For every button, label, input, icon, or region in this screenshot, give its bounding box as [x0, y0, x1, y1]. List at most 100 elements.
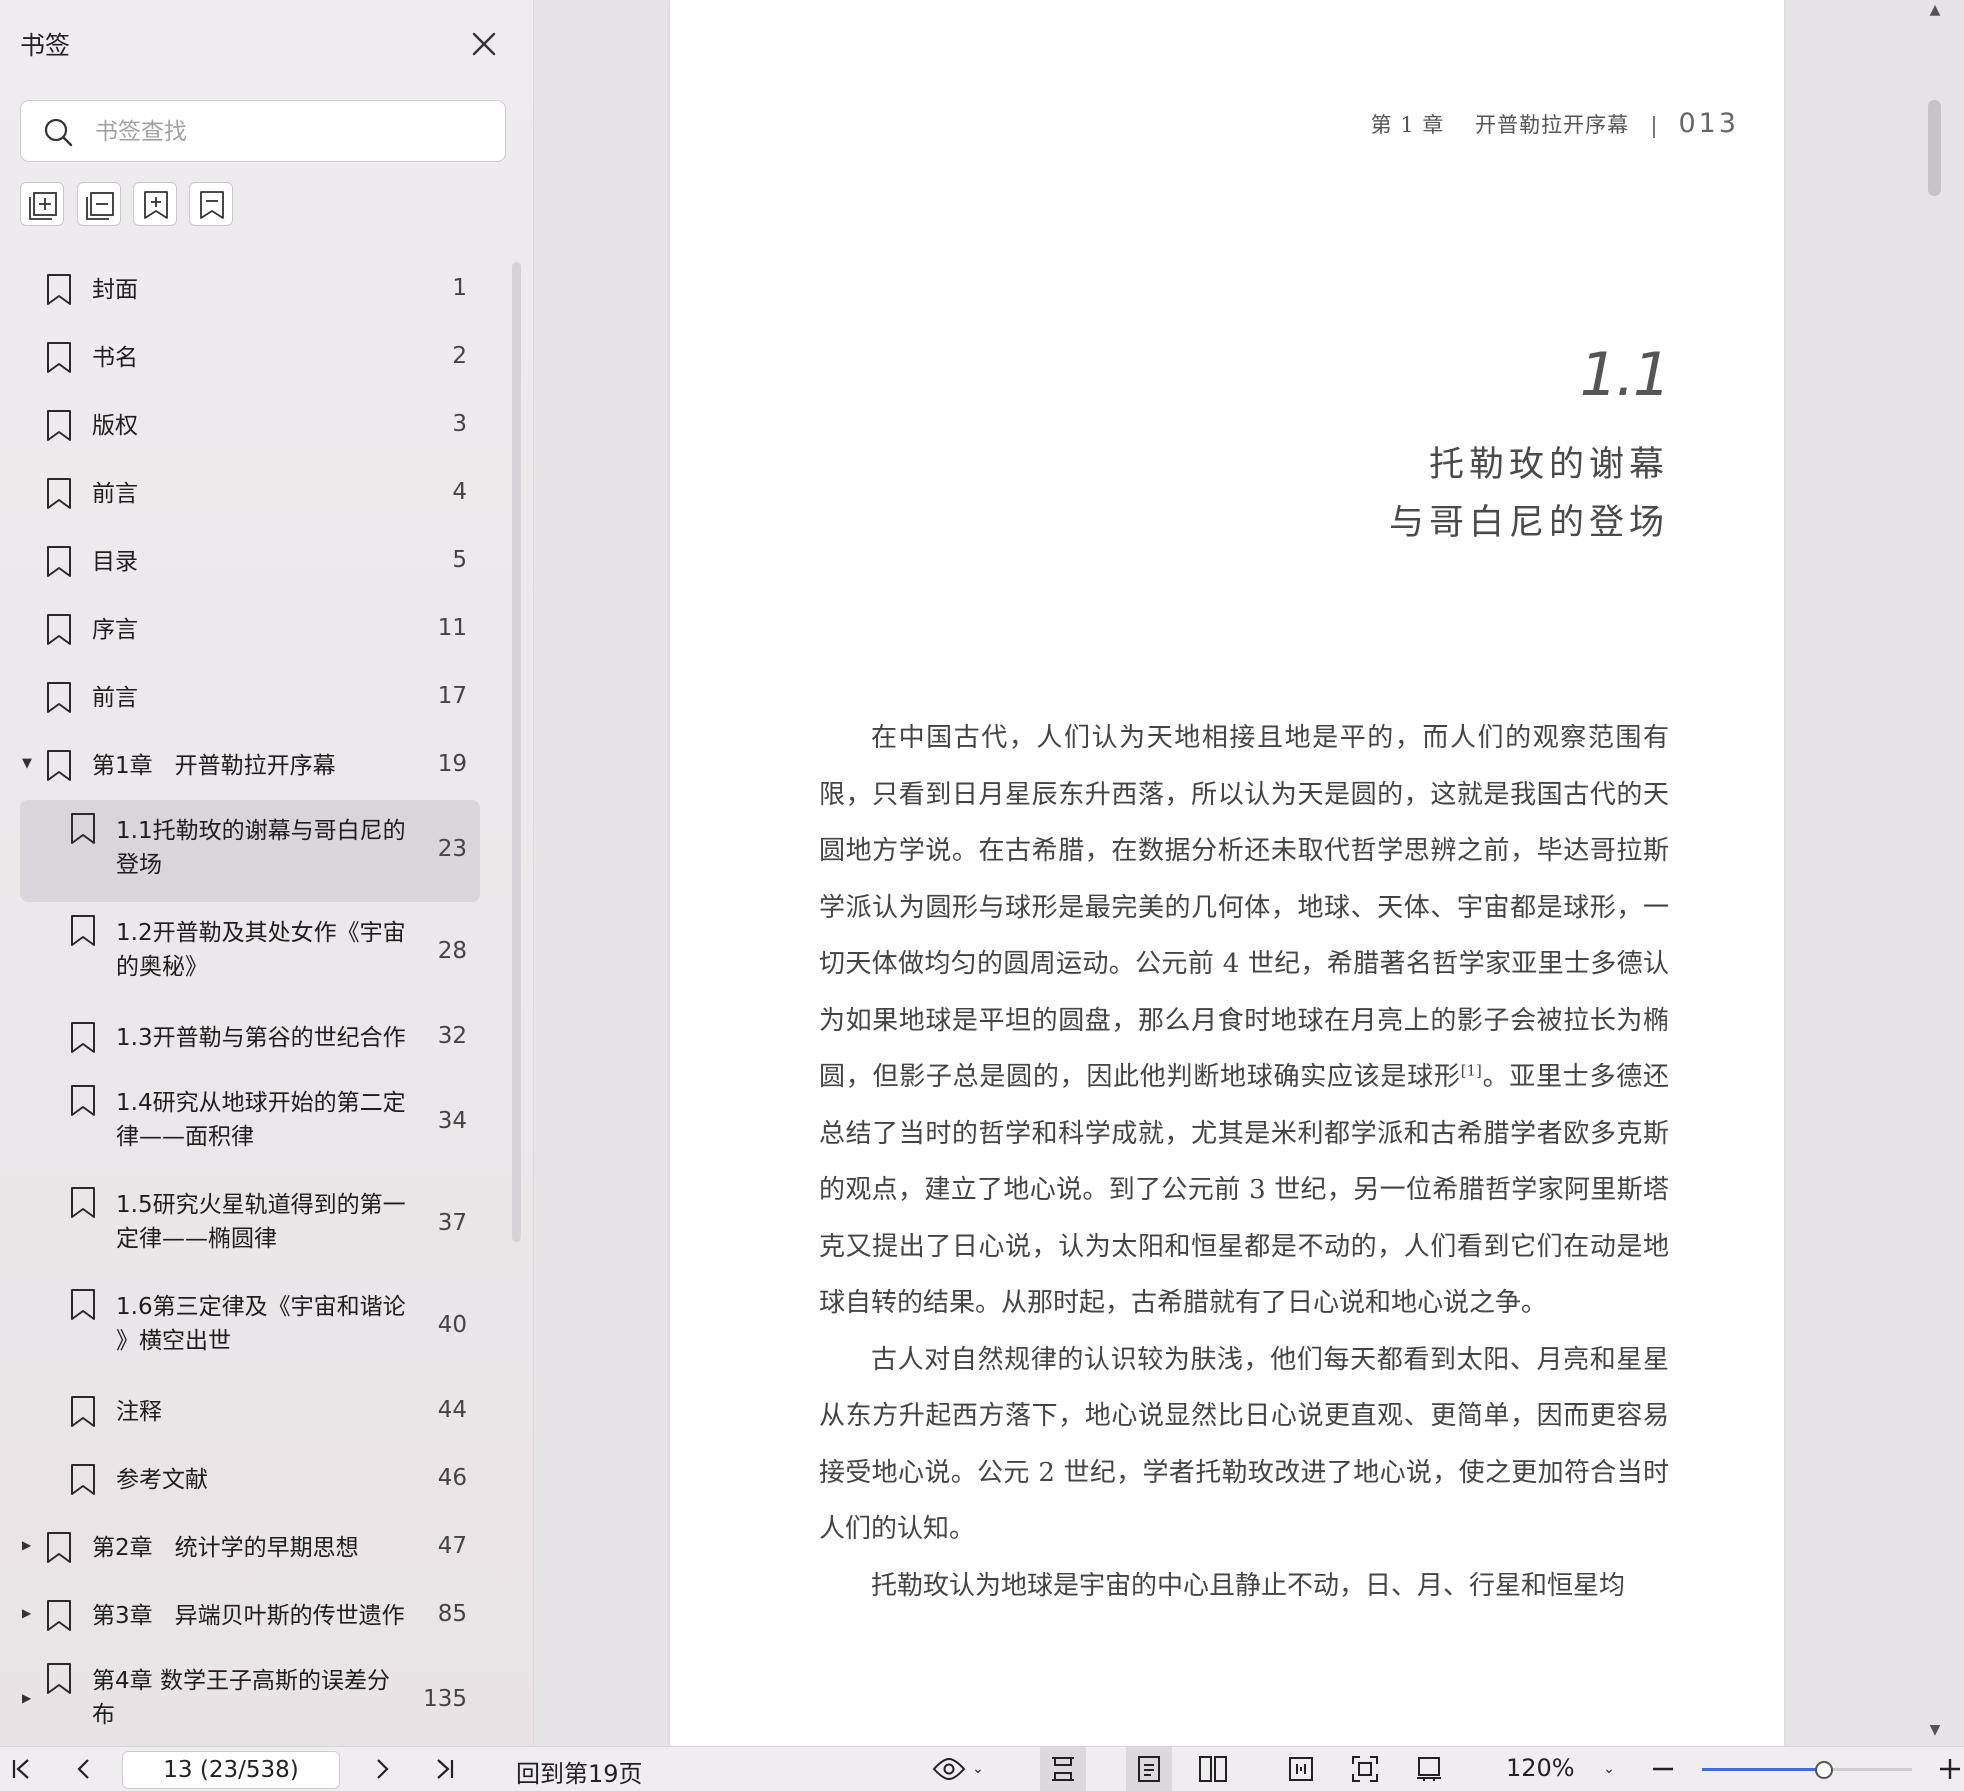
- expand-all-button[interactable]: [20, 182, 64, 226]
- expand-arrow-icon[interactable]: ▶: [22, 1691, 31, 1705]
- bookmark-page-number: 28: [437, 938, 467, 964]
- eye-icon: [932, 1757, 966, 1781]
- bookmark-item[interactable]: 1.4研究从地球开始的第二定 律——面积律 34: [0, 1072, 510, 1174]
- bookmark-page-number: 47: [437, 1533, 467, 1559]
- bookmark-button[interactable]: [189, 182, 233, 226]
- single-page-icon: [1138, 1756, 1160, 1782]
- bookmark-icon: [71, 1022, 95, 1053]
- bookmark-icon: [47, 546, 71, 577]
- bookmark-icon: [200, 191, 224, 219]
- collapse-arrow-icon[interactable]: ▼: [22, 756, 32, 771]
- bookmark-item[interactable]: 序言 11: [0, 596, 510, 664]
- bookmark-page-number: 44: [437, 1397, 467, 1423]
- bookmark-icon: [47, 1532, 71, 1563]
- add-bookmark-button[interactable]: [133, 182, 177, 226]
- bookmark-item[interactable]: 1.5研究火星轨道得到的第一 定律——椭圆律 37: [0, 1174, 510, 1276]
- bookmark-label: 目录: [92, 549, 138, 575]
- running-head-separator: [1652, 115, 1655, 138]
- section-title-line-2: 与哥白尼的登场: [1388, 503, 1669, 543]
- bookmark-icon: [47, 1663, 71, 1694]
- running-head-chapter: 第 1 章: [1370, 113, 1445, 137]
- double-page-button[interactable]: [1190, 1747, 1236, 1791]
- bookmark-item[interactable]: 书名 2: [0, 324, 510, 392]
- bookmark-page-number: 11: [437, 615, 467, 641]
- bookmark-item[interactable]: 前言 17: [0, 664, 510, 732]
- zoom-slider-handle[interactable]: [1814, 1761, 1833, 1779]
- expand-arrow-icon[interactable]: ▶: [22, 1538, 31, 1552]
- bookmark-item[interactable]: 1.6第三定律及《宇宙和谐论 》横空出世 40: [0, 1276, 510, 1378]
- bookmark-icon: [71, 1396, 95, 1427]
- expand-arrow-icon[interactable]: ▶: [22, 1606, 31, 1620]
- bookmark-page-number: 37: [437, 1210, 467, 1236]
- collapse-all-button[interactable]: [77, 182, 121, 226]
- bookmark-label: 第3章 异端贝叶斯的传世遗作: [92, 1603, 405, 1629]
- add-bookmark-icon: [144, 191, 168, 219]
- bookmark-item[interactable]: 目录 5: [0, 528, 510, 596]
- last-page-icon[interactable]: [428, 1747, 462, 1791]
- bookmark-label: 参考文献: [116, 1467, 208, 1493]
- view-mode-button[interactable]: ⌄: [930, 1747, 986, 1791]
- bookmark-item[interactable]: 注释 44: [0, 1378, 510, 1446]
- fit-page-button[interactable]: [1342, 1747, 1388, 1791]
- document-scrollbar[interactable]: ▲ ▼: [1925, 0, 1951, 1746]
- search-icon: [44, 118, 73, 147]
- bookmark-label: 版权: [92, 413, 138, 439]
- previous-page-icon[interactable]: [66, 1747, 100, 1791]
- bookmark-label: 1.1托勒玫的谢幕与哥白尼的 登场: [116, 818, 406, 878]
- bookmark-label: 第2章 统计学的早期思想: [92, 1535, 359, 1561]
- bookmark-label: 书名: [92, 345, 138, 371]
- panel-title: 书签: [20, 31, 71, 60]
- bookmark-label: 1.2开普勒及其处女作《宇宙 的奥秘》: [116, 920, 406, 980]
- bookmark-label: 封面: [92, 277, 138, 303]
- bookmark-item[interactable]: 封面 1: [0, 256, 510, 324]
- status-bar: 回到第19页 ⌄ 120% ⌄: [0, 1746, 1964, 1791]
- bookmark-icon: [71, 813, 95, 844]
- page-number: 013: [1678, 108, 1739, 139]
- scroll-down-icon[interactable]: ▼: [1925, 1722, 1945, 1738]
- scroll-up-icon[interactable]: ▲: [1925, 2, 1945, 18]
- presentation-button[interactable]: [1406, 1747, 1452, 1791]
- bookmark-page-number: 1: [452, 275, 467, 301]
- bookmark-search-input[interactable]: [93, 111, 497, 153]
- zoom-in-icon[interactable]: [1936, 1747, 1964, 1791]
- first-page-icon[interactable]: [4, 1747, 38, 1791]
- zoom-slider[interactable]: [1702, 1761, 1912, 1779]
- zoom-out-icon[interactable]: [1648, 1747, 1678, 1791]
- bookmark-item[interactable]: 参考文献 46: [0, 1446, 510, 1514]
- bookmark-item[interactable]: ▶ 第2章 统计学的早期思想 47: [0, 1514, 510, 1582]
- bookmark-item[interactable]: 1.3开普勒与第谷的世纪合作 32: [0, 1004, 510, 1072]
- bookmark-page-number: 40: [437, 1312, 467, 1338]
- zoom-slider-fill: [1702, 1768, 1824, 1771]
- back-to-page-link[interactable]: 回到第19页: [516, 1754, 643, 1789]
- fit-width-button[interactable]: [1278, 1747, 1324, 1791]
- close-icon[interactable]: [466, 26, 502, 62]
- single-page-button[interactable]: [1126, 1747, 1172, 1791]
- bookmark-item[interactable]: ▶ 第4章 数学王子高斯的误差分布 135: [0, 1650, 510, 1752]
- next-page-icon[interactable]: [366, 1747, 400, 1791]
- bookmark-item[interactable]: 版权 3: [0, 392, 510, 460]
- bookmark-item[interactable]: 1.2开普勒及其处女作《宇宙 的奥秘》 28: [0, 902, 510, 1004]
- bookmark-label: 第4章 数学王子高斯的误差分布: [92, 1668, 390, 1728]
- bookmark-icon: [71, 915, 95, 946]
- bookmark-icon: [47, 1600, 71, 1631]
- bookmark-item[interactable]: ▶ 第3章 异端贝叶斯的传世遗作 85: [0, 1582, 510, 1650]
- bookmark-item[interactable]: 前言 4: [0, 460, 510, 528]
- section-number: 1.1: [1579, 340, 1671, 410]
- document-page: 第 1 章 开普勒拉开序幕 013 1.1 托勒玫的谢幕 与哥白尼的登场 在中国…: [670, 0, 1784, 1746]
- bookmark-item[interactable]: 1.1托勒玫的谢幕与哥白尼的 登场 23: [0, 800, 510, 902]
- bookmark-page-number: 19: [437, 751, 467, 777]
- bookmark-label: 1.4研究从地球开始的第二定 律——面积律: [116, 1090, 406, 1150]
- bookmark-icon: [47, 274, 71, 305]
- section-title-line-1: 托勒玫的谢幕: [1428, 445, 1669, 485]
- continuous-scroll-button[interactable]: [1040, 1747, 1086, 1791]
- bookmark-item[interactable]: ▼ 第1章 开普勒拉开序幕 19: [0, 732, 510, 800]
- zoom-dropdown-icon[interactable]: ⌄: [1594, 1747, 1624, 1791]
- bookmark-page-number: 85: [437, 1601, 467, 1627]
- scrollbar-thumb[interactable]: [1928, 100, 1941, 196]
- page-number-input[interactable]: [122, 1751, 340, 1789]
- bookmark-page-number: 135: [423, 1686, 467, 1712]
- bookmark-icon: [47, 410, 71, 441]
- footnote-ref[interactable]: [1]: [1461, 1061, 1482, 1079]
- zoom-level[interactable]: 120%: [1506, 1754, 1575, 1782]
- bookmark-scrollbar[interactable]: [512, 262, 521, 1242]
